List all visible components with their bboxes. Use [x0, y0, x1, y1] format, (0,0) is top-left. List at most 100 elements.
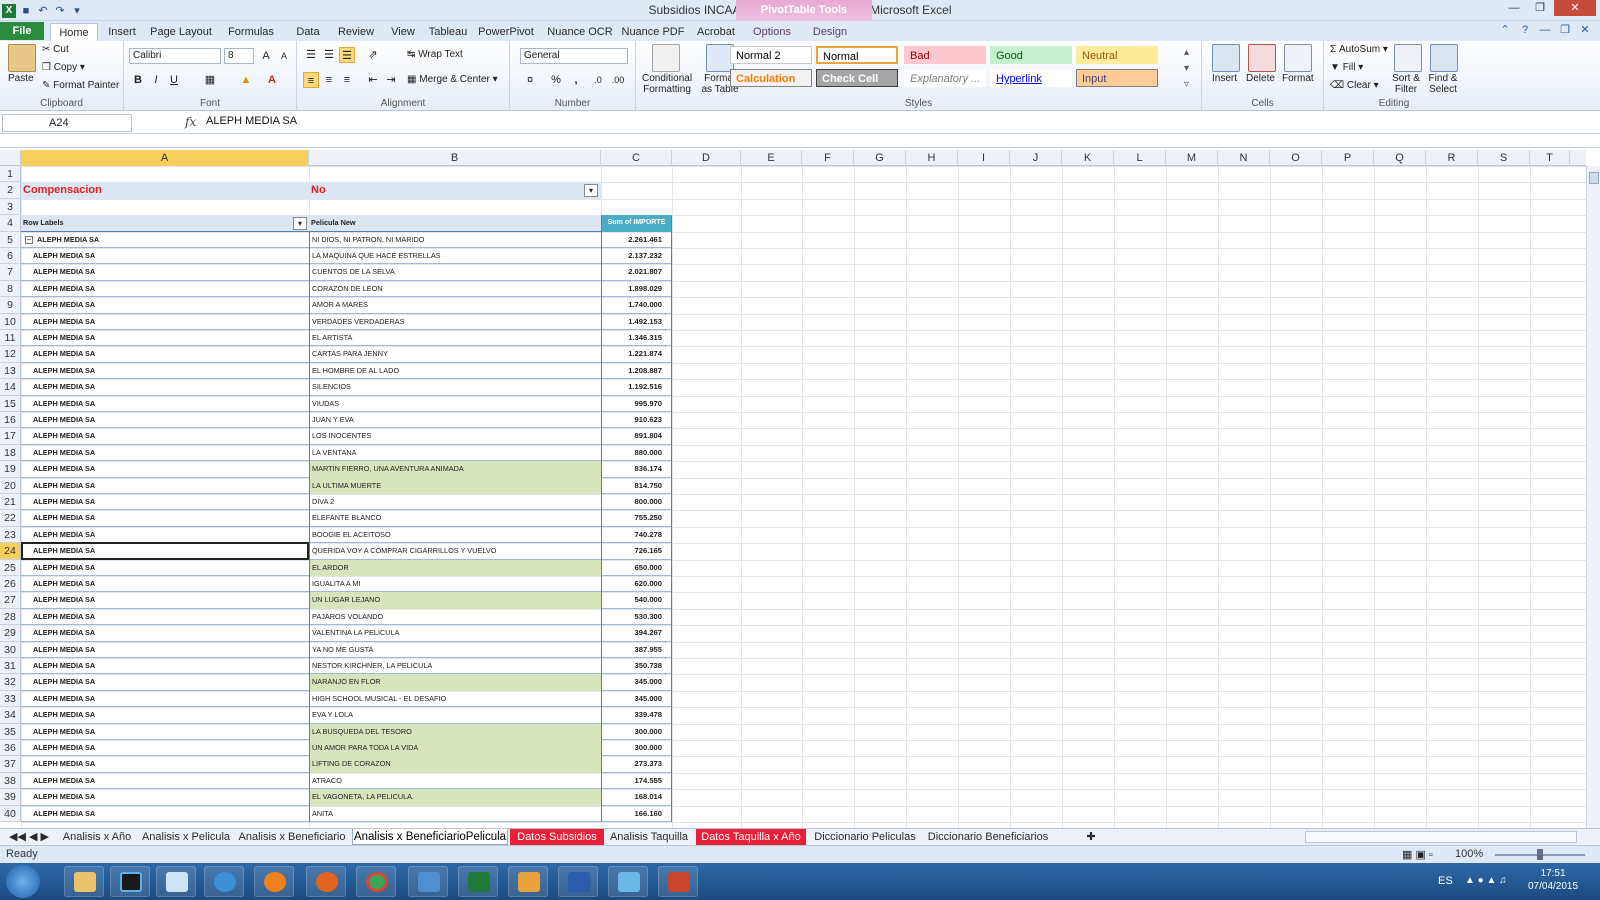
row-header-8[interactable]: 8 — [0, 280, 21, 298]
row-header-31[interactable]: 31 — [0, 658, 21, 675]
font-color-icon[interactable]: A — [264, 72, 280, 88]
beneficiario-cell[interactable]: ALEPH MEDIA SA — [31, 428, 305, 444]
bold-button[interactable]: B — [130, 72, 146, 88]
style-bad[interactable]: Bad — [904, 46, 986, 64]
align-center-icon[interactable]: ≡ — [321, 72, 337, 88]
beneficiario-cell[interactable]: ALEPH MEDIA SA — [31, 642, 305, 658]
beneficiario-cell[interactable]: ALEPH MEDIA SA — [31, 691, 305, 707]
pelicula-header[interactable]: Pelicula New — [309, 215, 601, 231]
importe-cell[interactable]: 650.000 — [601, 560, 672, 576]
vertical-scrollbar[interactable] — [1586, 166, 1600, 828]
beneficiario-cell[interactable]: ALEPH MEDIA SA — [31, 576, 305, 592]
sheet-tab-analisis-x-pelicula[interactable]: Analisis x Pelicula — [140, 829, 232, 845]
importe-cell[interactable]: 339.478 — [601, 707, 672, 723]
row-header-32[interactable]: 32 — [0, 674, 21, 691]
pelicula-cell[interactable]: NI DIOS, NI PATRON, NI MARIDO — [309, 231, 601, 248]
style-normal[interactable]: Normal — [816, 46, 898, 64]
pelicula-cell[interactable]: LA MAQUINA QUE HACE ESTRELLAS — [309, 248, 601, 265]
pelicula-cell[interactable]: CUENTOS DE LA SELVA — [309, 264, 601, 281]
pelicula-cell[interactable]: DIVA 2 — [309, 494, 601, 511]
tab-options[interactable]: Options — [745, 23, 799, 41]
format-cells-icon[interactable] — [1284, 44, 1312, 72]
firefox-taskbar-icon[interactable] — [306, 866, 346, 897]
autosum-button[interactable]: Σ AutoSum ▾ — [1330, 44, 1388, 55]
column-header-n[interactable]: N — [1218, 150, 1270, 166]
row-header-3[interactable]: 3 — [0, 198, 21, 216]
importe-cell[interactable]: 387.955 — [601, 642, 672, 658]
tray-icons[interactable]: ▲ ● ▲ ♫ — [1465, 875, 1507, 886]
row-labels-header[interactable]: Row Labels — [21, 215, 309, 231]
importe-cell[interactable]: 1.192.516 — [601, 379, 672, 395]
beneficiario-cell[interactable]: ALEPH MEDIA SA — [31, 297, 305, 313]
style-explanatory[interactable]: Explanatory ... — [904, 69, 986, 87]
row-labels-filter-icon[interactable]: ▾ — [293, 216, 307, 230]
word-taskbar-icon[interactable] — [558, 866, 598, 897]
importe-cell[interactable]: 168.014 — [601, 789, 672, 805]
customize-qat-icon[interactable]: ▾ — [70, 4, 84, 18]
column-header-a[interactable]: A — [21, 150, 309, 166]
beneficiario-cell[interactable]: ALEPH MEDIA SA — [31, 363, 305, 379]
worksheet-grid[interactable]: Compensacion No ▾ Row Labels Pelicula New Sum… — [21, 166, 1586, 828]
row-header-17[interactable]: 17 — [0, 428, 21, 445]
row-header-11[interactable]: 11 — [0, 330, 21, 347]
row-header-22[interactable]: 22 — [0, 510, 21, 527]
clear-button[interactable]: ⌫ Clear ▾ — [1330, 80, 1379, 91]
formula-input[interactable]: ALEPH MEDIA SA — [206, 115, 297, 127]
explorer-taskbar-icon[interactable] — [64, 866, 104, 897]
fill-color-icon[interactable]: ▲ — [238, 72, 254, 88]
horizontal-scrollbar[interactable] — [1305, 831, 1577, 843]
outlook-taskbar-icon[interactable] — [508, 866, 548, 897]
beneficiario-cell[interactable]: ALEPH MEDIA SA — [31, 707, 305, 723]
column-header-h[interactable]: H — [906, 150, 958, 166]
sheet-tab-analisis-x-beneficiario[interactable]: Analisis x Beneficiario — [236, 829, 348, 845]
beneficiario-cell[interactable]: ALEPH MEDIA SA — [31, 248, 305, 264]
beneficiario-cell[interactable]: ALEPH MEDIA SA — [31, 789, 305, 805]
find-select-button[interactable]: Find & Select — [1424, 73, 1462, 95]
beneficiario-cell[interactable]: ALEPH MEDIA SA — [31, 609, 305, 625]
style-check-cell[interactable]: Check Cell — [816, 69, 898, 87]
column-header-d[interactable]: D — [672, 150, 741, 166]
beneficiario-cell[interactable]: ALEPH MEDIA SA — [31, 494, 305, 510]
column-header-q[interactable]: Q — [1374, 150, 1426, 166]
select-all-corner[interactable] — [0, 150, 21, 166]
column-header-t[interactable]: T — [1530, 150, 1570, 166]
gallery-up-icon[interactable]: ▴ — [1184, 47, 1189, 58]
column-header-l[interactable]: L — [1114, 150, 1166, 166]
zoom-level[interactable]: 100% — [1455, 848, 1483, 860]
language-indicator[interactable]: ES — [1438, 875, 1453, 887]
pelicula-cell[interactable]: LA ULTIMA MUERTE — [309, 477, 601, 494]
column-header-r[interactable]: R — [1426, 150, 1478, 166]
row-header-15[interactable]: 15 — [0, 395, 21, 412]
pelicula-cell[interactable]: ELEFANTE BLANCO — [309, 510, 601, 527]
format-cells-button[interactable]: Format — [1282, 73, 1314, 84]
row-header-13[interactable]: 13 — [0, 362, 21, 380]
align-bottom-icon[interactable]: ☰ — [339, 47, 355, 63]
importe-cell[interactable]: 836.174 — [601, 461, 672, 477]
importe-cell[interactable]: 814.750 — [601, 478, 672, 494]
importe-cell[interactable]: 1.208.887 — [601, 363, 672, 379]
restore-button[interactable]: ❐ — [1528, 0, 1552, 16]
report-filter-dropdown-icon[interactable]: ▾ — [584, 183, 598, 197]
beneficiario-cell[interactable]: ALEPH MEDIA SA — [31, 527, 305, 543]
pelicula-cell[interactable]: ANITA — [309, 805, 601, 822]
zoom-slider-knob[interactable] — [1537, 849, 1543, 860]
gallery-down-icon[interactable]: ▾ — [1184, 63, 1189, 74]
cut-button[interactable]: ✂ Cut — [42, 44, 69, 55]
increase-decimal-icon[interactable]: .0 — [590, 72, 606, 88]
importe-cell[interactable]: 540.000 — [601, 592, 672, 608]
clock[interactable]: 17:51 07/04/2015 — [1528, 867, 1578, 893]
format-painter-button[interactable]: ✎ Format Painter — [42, 80, 119, 91]
beneficiario-cell[interactable]: ALEPH MEDIA SA — [31, 396, 305, 412]
beneficiario-cell[interactable]: ALEPH MEDIA SA — [31, 773, 305, 789]
row-header-37[interactable]: 37 — [0, 756, 21, 773]
pelicula-cell[interactable]: PAJAROS VOLANDO — [309, 608, 601, 626]
underline-button[interactable]: U — [166, 72, 182, 88]
excel-taskbar-icon[interactable] — [458, 866, 498, 897]
align-right-icon[interactable]: ≡ — [339, 72, 355, 88]
importe-cell[interactable]: 755.250 — [601, 510, 672, 526]
name-box[interactable]: A24 — [2, 114, 132, 132]
importe-cell[interactable]: 1.346.315 — [601, 330, 672, 346]
beneficiario-cell[interactable]: ALEPH MEDIA SA — [31, 346, 305, 362]
row-header-28[interactable]: 28 — [0, 608, 21, 626]
pelicula-cell[interactable]: CARTAS PARA JENNY — [309, 346, 601, 363]
